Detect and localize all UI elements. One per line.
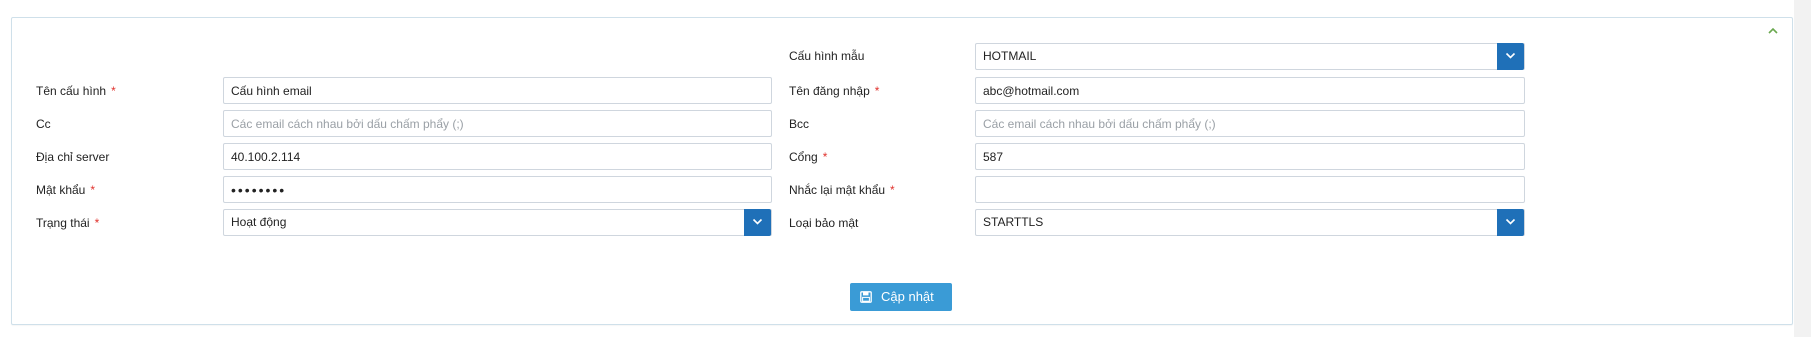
label-text: Nhắc lại mật khẩu [789, 183, 886, 197]
label-text: Địa chỉ server [36, 150, 110, 164]
label-trang-thai: Trạng thái * [36, 215, 99, 231]
label-text: Tên đăng nhập [789, 84, 870, 98]
label-dia-chi-server: Địa chỉ server [36, 149, 109, 165]
label-ten-cau-hinh: Tên cấu hình * [36, 83, 116, 99]
cc-input[interactable] [223, 110, 772, 137]
chevron-up-icon[interactable] [1766, 24, 1780, 38]
label-ten-dang-nhap: Tên đăng nhập * [789, 83, 879, 99]
cong-input[interactable] [975, 143, 1525, 170]
label-loai-bao-mat: Loại bảo mật [789, 215, 858, 231]
update-button[interactable]: Cập nhật [850, 283, 952, 311]
ten-dang-nhap-input[interactable] [975, 77, 1525, 104]
label-bcc: Bcc [789, 116, 809, 132]
label-text: Cổng [789, 150, 818, 164]
label-text: Loại bảo mật [789, 216, 859, 230]
required-marker: * [111, 84, 116, 98]
label-cau-hinh-mau: Cấu hình mẫu [789, 48, 864, 64]
label-nhac-lai-mat-khau: Nhắc lại mật khẩu * [789, 182, 895, 198]
chevron-down-icon[interactable] [1497, 43, 1524, 70]
label-text: Cấu hình mẫu [789, 49, 865, 63]
loai-bao-mat-select[interactable]: STARTTLS [975, 209, 1525, 236]
floppy-disk-icon [860, 291, 872, 306]
chevron-down-icon[interactable] [1497, 209, 1524, 236]
required-marker: * [822, 150, 828, 164]
required-marker: * [890, 183, 895, 197]
required-marker: * [90, 183, 96, 197]
mat-khau-input[interactable] [223, 176, 772, 203]
label-text: Tên cấu hình [36, 84, 107, 98]
select-value: HOTMAIL [983, 49, 1037, 63]
select-value: STARTTLS [983, 215, 1044, 229]
label-text: Cc [36, 117, 51, 131]
label-text: Trạng thái [36, 216, 90, 230]
label-cc: Cc [36, 116, 51, 132]
dia-chi-server-input[interactable] [223, 143, 772, 170]
label-cong: Cổng * [789, 149, 827, 165]
select-value: Hoạt động [231, 215, 287, 229]
label-text: Bcc [789, 117, 810, 131]
trang-thai-select[interactable]: Hoạt động [223, 209, 772, 236]
chevron-down-icon[interactable] [744, 209, 771, 236]
label-mat-khau: Mật khẩu * [36, 182, 95, 198]
cau-hinh-mau-select[interactable]: HOTMAIL [975, 43, 1525, 70]
bcc-input[interactable] [975, 110, 1525, 137]
ten-cau-hinh-input[interactable] [223, 77, 772, 104]
required-marker: * [94, 216, 100, 230]
required-marker: * [874, 84, 880, 98]
update-button-label: Cập nhật [881, 289, 934, 304]
email-config-panel [11, 17, 1793, 325]
label-text: Mật khẩu [36, 183, 86, 197]
page-scrollbar-track[interactable] [1794, 0, 1811, 337]
nhac-lai-mat-khau-input[interactable] [975, 176, 1525, 203]
